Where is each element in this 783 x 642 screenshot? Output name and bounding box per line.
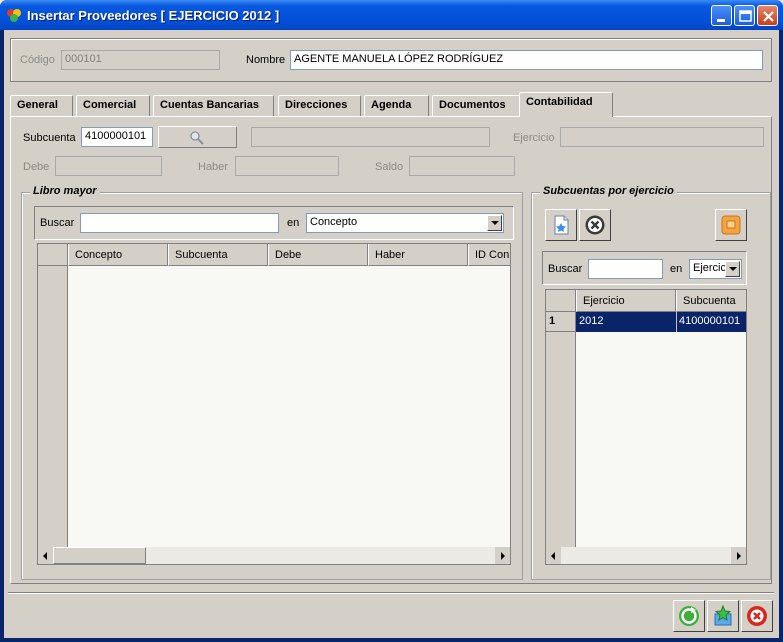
subcuentas-title: Subcuentas por ejercicio	[540, 185, 677, 197]
save-new-icon	[714, 604, 732, 626]
libro-horizontal-scrollbar[interactable]	[38, 547, 510, 564]
nombre-field[interactable]: AGENTE MANUELA LÓPEZ RODRÍGUEZ	[290, 50, 763, 70]
footer-separator	[8, 592, 774, 594]
arrow-left-icon	[551, 552, 555, 560]
table-corner	[38, 244, 68, 266]
codigo-field[interactable]: 000101	[61, 50, 220, 70]
debe-label: Debe	[23, 161, 50, 173]
maximize-button[interactable]	[734, 5, 755, 26]
subcuentas-horizontal-scrollbar[interactable]	[546, 547, 746, 564]
title-bar[interactable]: Insertar Proveedores [ EJERCICIO 2012 ]	[0, 0, 783, 30]
libro-en-selected: Concepto	[310, 216, 358, 228]
accept-icon	[679, 606, 699, 626]
close-icon	[763, 11, 774, 22]
tab-general[interactable]: General	[10, 95, 73, 116]
tab-documentos[interactable]: Documentos	[432, 95, 521, 116]
scroll-right-button[interactable]	[495, 547, 510, 564]
search-subcuenta-button[interactable]	[158, 126, 237, 148]
arrow-right-icon	[737, 552, 741, 560]
scroll-thumb[interactable]	[53, 547, 146, 564]
nombre-label: Nombre	[246, 54, 286, 66]
cell-divider	[676, 312, 677, 332]
column-header-haber[interactable]: Haber	[368, 244, 468, 266]
delete-icon	[585, 215, 605, 235]
minimize-icon	[717, 19, 725, 22]
scroll-left-button[interactable]	[38, 547, 53, 564]
codigo-label: Código	[20, 54, 55, 66]
saldo-field[interactable]	[409, 156, 515, 176]
subcuenta-label: Subcuenta	[23, 132, 76, 144]
table-corner	[546, 290, 576, 312]
export-subcuentas-button[interactable]	[715, 209, 747, 241]
cancel-icon	[747, 606, 767, 626]
scroll-left-button[interactable]	[546, 547, 561, 564]
arrow-right-icon	[501, 552, 505, 560]
app-icon	[7, 9, 21, 22]
cancel-button[interactable]	[741, 600, 773, 632]
scroll-right-button[interactable]	[731, 547, 746, 564]
close-button[interactable]	[757, 5, 778, 26]
tab-agenda[interactable]: Agenda	[364, 95, 429, 116]
table-row[interactable]: 2012 4100000101	[576, 312, 746, 332]
row-header-column	[38, 266, 68, 564]
tab-direcciones[interactable]: Direcciones	[278, 95, 361, 116]
magnifier-icon	[190, 131, 204, 145]
ejercicio-label: Ejercicio	[513, 132, 555, 144]
save-new-button[interactable]	[707, 600, 739, 632]
export-icon	[721, 215, 741, 235]
tab-cuentas-bancarias[interactable]: Cuentas Bancarias	[153, 95, 274, 116]
column-header-subcuenta[interactable]: Subcuenta	[676, 290, 746, 312]
column-header-debe[interactable]: Debe	[268, 244, 368, 266]
column-header-ejercicio[interactable]: Ejercicio	[576, 290, 676, 312]
subcuentas-en-select[interactable]: Ejercic	[689, 259, 742, 279]
row-number[interactable]: 1	[546, 312, 576, 332]
subcuenta-description-field[interactable]	[251, 127, 490, 147]
chevron-down-icon[interactable]	[725, 261, 740, 277]
application-window: Insertar Proveedores [ EJERCICIO 2012 ] …	[0, 0, 783, 642]
minimize-button[interactable]	[711, 5, 732, 26]
subcuentas-en-label: en	[670, 263, 683, 275]
libro-mayor-table[interactable]: Concepto Subcuenta Debe Haber ID Con	[37, 243, 511, 565]
libro-buscar-input[interactable]	[80, 213, 279, 233]
column-header-id-con[interactable]: ID Con	[468, 244, 510, 266]
saldo-label: Saldo	[375, 161, 404, 173]
debe-field[interactable]	[55, 156, 162, 176]
column-header-concepto[interactable]: Concepto	[68, 244, 168, 266]
subcuentas-en-selected: Ejercic	[693, 262, 727, 274]
chevron-down-icon[interactable]	[487, 215, 502, 231]
subcuenta-field[interactable]: 4100000101	[81, 127, 153, 147]
libro-buscar-label: Buscar	[40, 217, 75, 229]
haber-label: Haber	[198, 161, 228, 173]
ejercicio-field[interactable]	[560, 127, 764, 147]
haber-field[interactable]	[235, 156, 339, 176]
cell-ejercicio: 2012	[579, 315, 604, 327]
column-header-subcuenta[interactable]: Subcuenta	[168, 244, 268, 266]
cell-subcuenta: 4100000101	[679, 315, 741, 327]
row-header-column	[546, 312, 576, 564]
subcuentas-buscar-label: Buscar	[548, 263, 583, 275]
libro-en-label: en	[287, 217, 300, 229]
new-document-icon	[554, 215, 569, 235]
tab-contabilidad[interactable]: Contabilidad	[519, 92, 613, 117]
window-title: Insertar Proveedores [ EJERCICIO 2012 ]	[27, 8, 280, 23]
subcuentas-table[interactable]: Ejercicio Subcuenta 1 2012 4100000101	[545, 289, 747, 565]
new-subcuenta-button[interactable]	[545, 209, 577, 241]
client-area: Código 000101 Nombre AGENTE MANUELA LÓPE…	[4, 30, 779, 638]
accept-button[interactable]	[673, 600, 705, 632]
libro-mayor-title: Libro mayor	[30, 185, 100, 197]
libro-en-select[interactable]: Concepto	[306, 213, 504, 233]
subcuentas-buscar-input[interactable]	[588, 259, 663, 279]
delete-subcuenta-button[interactable]	[579, 209, 611, 241]
tab-comercial[interactable]: Comercial	[76, 95, 150, 116]
maximize-icon	[739, 10, 752, 22]
arrow-left-icon	[43, 552, 47, 560]
